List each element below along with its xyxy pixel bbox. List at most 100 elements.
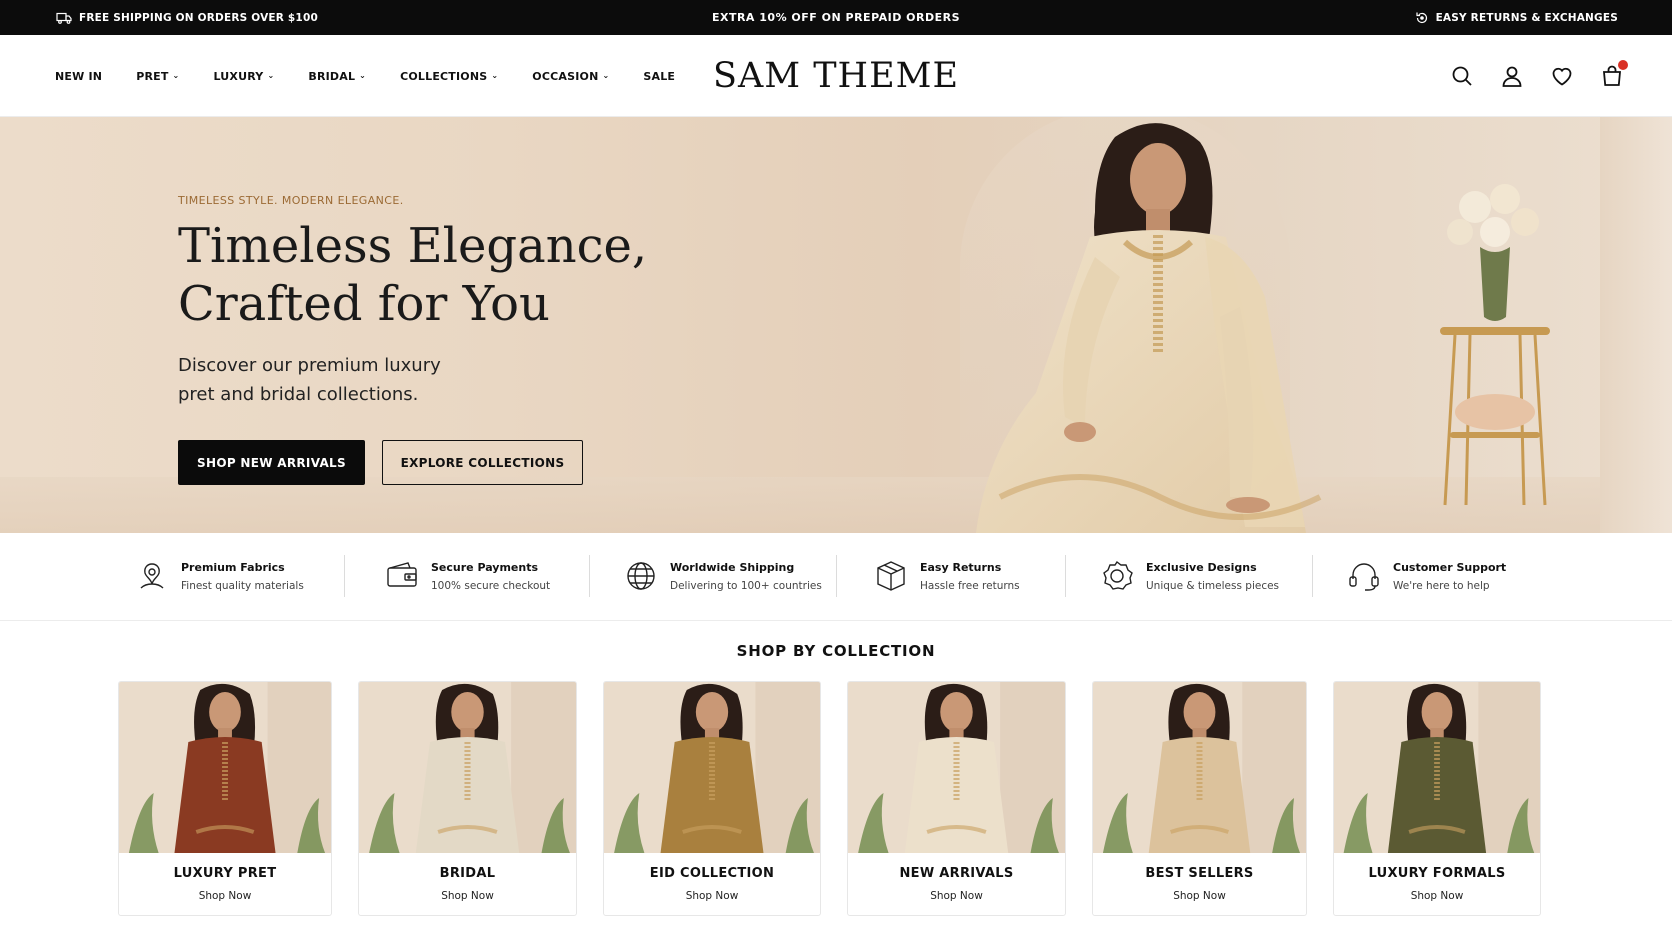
shop-now-link[interactable]: Shop Now <box>1334 890 1540 902</box>
collection-card-best-sellers[interactable]: BEST SELLERS Shop Now <box>1092 681 1307 916</box>
collection-card-luxury-formals[interactable]: LUXURY FORMALS Shop Now <box>1333 681 1541 916</box>
feature-desc: Delivering to 100+ countries <box>670 579 822 592</box>
feature-text: Worldwide Shipping Delivering to 100+ co… <box>670 561 822 592</box>
feature-desc: We're here to help <box>1393 579 1490 592</box>
returns-notice: EASY RETURNS & EXCHANGES <box>1415 0 1618 35</box>
nav-label: PRET <box>136 69 169 83</box>
nav-label: LUXURY <box>213 69 264 83</box>
feature-title: Worldwide Shipping <box>670 560 795 574</box>
hero-title-line2: Crafted for You <box>178 276 550 332</box>
feature-text: Customer Support We're here to help <box>1393 561 1506 592</box>
explore-collections-button[interactable]: EXPLORE COLLECTIONS <box>382 440 583 485</box>
return-icon <box>1415 12 1427 23</box>
cart-button[interactable] <box>1600 60 1628 88</box>
collection-card-new-arrivals[interactable]: NEW ARRIVALS Shop Now <box>847 681 1066 916</box>
collection-image <box>848 682 1065 853</box>
chevron-down-icon: ⌄ <box>359 70 367 80</box>
shop-now-link[interactable]: Shop Now <box>1093 890 1306 902</box>
feature-desc: Finest quality materials <box>181 579 304 592</box>
nav-label: BRIDAL <box>308 69 356 83</box>
nav-pret[interactable]: PRET ⌄ <box>136 70 179 83</box>
nav-label: SALE <box>643 69 676 83</box>
hero-subtitle-line2: pret and bridal collections. <box>178 384 419 405</box>
site-logo[interactable]: SAM THEME <box>713 56 959 96</box>
feature-text: Exclusive Designs Unique & timeless piec… <box>1146 561 1279 592</box>
feature-desc: Unique & timeless pieces <box>1146 579 1280 592</box>
nav-new-in[interactable]: NEW IN <box>55 70 102 83</box>
hero-background-pillar <box>1600 117 1672 533</box>
nav-sale[interactable]: SALE <box>643 70 675 83</box>
badge-icon <box>1103 560 1133 590</box>
headset-icon <box>1349 563 1379 591</box>
nav-luxury[interactable]: LUXURY ⌄ <box>213 70 274 83</box>
hero-title-line1: Timeless Elegance, <box>178 218 648 274</box>
collection-name: NEW ARRIVALS <box>899 866 1014 881</box>
hero-vase-decor <box>1440 184 1550 506</box>
hero-model-image <box>976 123 1322 533</box>
hero-title: Timeless Elegance, Crafted for You <box>178 217 698 333</box>
box-icon <box>877 561 905 591</box>
feature-text: Secure Payments 100% secure checkout <box>431 561 550 592</box>
features-strip: Premium Fabrics Finest quality materials… <box>0 533 1672 621</box>
chevron-down-icon: ⌄ <box>602 70 610 80</box>
feature-easy-returns: Easy Returns Hassle free returns <box>874 551 1020 601</box>
collection-image <box>1093 682 1306 853</box>
collection-name: EID COLLECTION <box>649 866 775 881</box>
hero-subtitle-line1: Discover our premium luxury <box>178 355 441 376</box>
collection-image <box>359 682 576 853</box>
feature-exclusive-designs: Exclusive Designs Unique & timeless piec… <box>1100 551 1279 601</box>
collection-card-eid[interactable]: EID COLLECTION Shop Now <box>603 681 821 916</box>
feature-divider <box>589 555 590 597</box>
collection-image <box>119 682 331 853</box>
feature-text: Easy Returns Hassle free returns <box>920 561 1020 592</box>
nav-bridal[interactable]: BRIDAL ⌄ <box>308 70 366 83</box>
shop-now-link[interactable]: Shop Now <box>359 890 576 902</box>
header-actions <box>1450 35 1628 117</box>
nav-occasion[interactable]: OCCASION ⌄ <box>532 70 609 83</box>
feature-premium-fabrics: Premium Fabrics Finest quality materials <box>135 551 304 601</box>
feature-title: Premium Fabrics <box>181 560 285 574</box>
feature-worldwide-shipping: Worldwide Shipping Delivering to 100+ co… <box>624 551 822 601</box>
globe-icon <box>627 562 655 590</box>
announcement-bar: FREE SHIPPING ON ORDERS OVER $100 EXTRA … <box>0 0 1672 35</box>
shop-now-link[interactable]: Shop Now <box>604 890 820 902</box>
collection-card-luxury-pret[interactable]: LUXURY PRET Shop Now <box>118 681 332 916</box>
chevron-down-icon: ⌄ <box>172 70 180 80</box>
feature-title: Easy Returns <box>920 560 1002 574</box>
search-button[interactable] <box>1450 64 1474 88</box>
shop-now-link[interactable]: Shop Now <box>848 890 1065 902</box>
nav-label: NEW IN <box>55 69 103 83</box>
chevron-down-icon: ⌄ <box>491 70 499 80</box>
hero-subtitle: Discover our premium luxury pret and bri… <box>178 351 478 409</box>
feature-divider <box>1312 555 1313 597</box>
nav-collections[interactable]: COLLECTIONS ⌄ <box>400 70 498 83</box>
hero-tagline: TIMELESS STYLE. MODERN ELEGANCE. <box>178 194 404 207</box>
feature-title: Exclusive Designs <box>1146 560 1257 574</box>
collection-name: BEST SELLERS <box>1145 866 1254 881</box>
wishlist-icon <box>1552 67 1572 86</box>
site-header: NEW IN PRET ⌄ LUXURY ⌄ BRIDAL ⌄ COLLECTIONS… <box>0 35 1672 117</box>
feature-title: Secure Payments <box>431 560 539 574</box>
collection-card-bridal[interactable]: BRIDAL Shop Now <box>358 681 577 916</box>
cart-count-badge <box>1618 60 1628 70</box>
feature-desc: Hassle free returns <box>920 579 1020 592</box>
collection-image <box>1334 682 1540 853</box>
returns-text: EASY RETURNS & EXCHANGES <box>1435 11 1618 24</box>
nav-label: COLLECTIONS <box>400 69 488 83</box>
feature-secure-payments: Secure Payments 100% secure checkout <box>385 551 550 601</box>
feature-desc: 100% secure checkout <box>431 579 551 592</box>
collection-name: BRIDAL <box>439 866 496 881</box>
account-button[interactable] <box>1500 64 1524 88</box>
feature-divider <box>836 555 837 597</box>
shop-now-link[interactable]: Shop Now <box>119 890 331 902</box>
feature-divider <box>344 555 345 597</box>
feature-divider <box>1065 555 1066 597</box>
shop-new-arrivals-button[interactable]: SHOP NEW ARRIVALS <box>178 440 365 485</box>
hero-banner: TIMELESS STYLE. MODERN ELEGANCE. Timeles… <box>0 117 1672 533</box>
nav-label: OCCASION <box>532 69 599 83</box>
collection-image <box>604 682 820 853</box>
feature-customer-support: Customer Support We're here to help <box>1347 551 1506 601</box>
wishlist-button[interactable] <box>1550 64 1574 88</box>
collection-name: LUXURY PRET <box>173 866 277 881</box>
section-title: SHOP BY COLLECTION <box>736 642 936 660</box>
